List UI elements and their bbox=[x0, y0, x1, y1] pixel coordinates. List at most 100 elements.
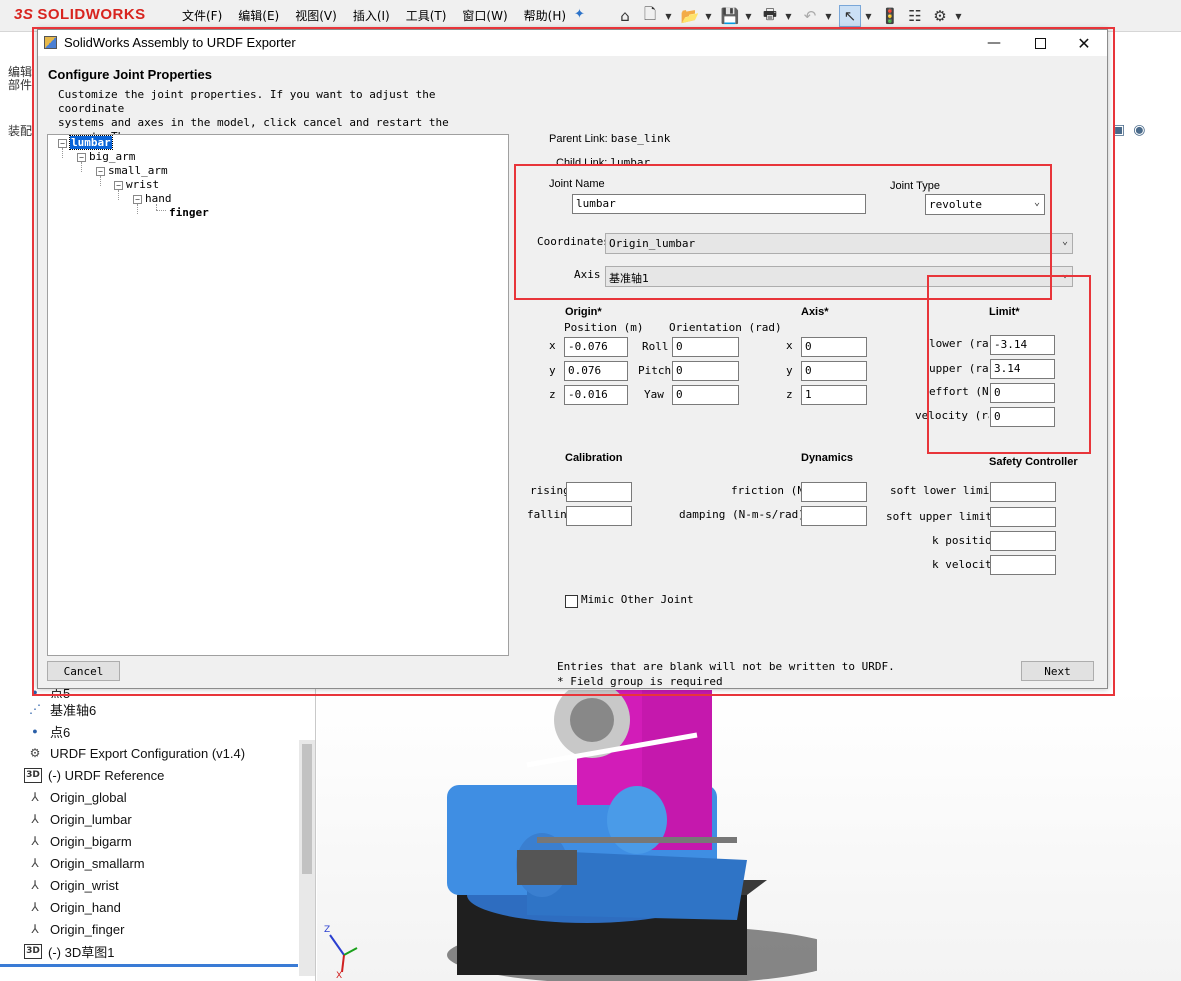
chevron-down-icon[interactable]: ▼ bbox=[824, 5, 833, 27]
open-folder-icon[interactable]: 📂 bbox=[679, 5, 701, 27]
file-properties-icon[interactable]: ☷ bbox=[904, 5, 926, 27]
chevron-down-icon: ⌄ bbox=[1061, 236, 1068, 247]
axis-select[interactable]: 基准轴1 ⌄ bbox=[605, 266, 1073, 287]
velocity-limit-label: velocity (ra bbox=[915, 409, 989, 422]
parent-link-value: base_link bbox=[610, 132, 671, 145]
close-button[interactable]: ✕ bbox=[1061, 30, 1107, 56]
maximize-button[interactable] bbox=[1017, 30, 1063, 56]
effort-limit-input[interactable]: 0 bbox=[990, 383, 1055, 403]
select-cursor-icon[interactable]: ↖ bbox=[839, 5, 861, 27]
tree-item[interactable]: ⅄ Origin_lumbar bbox=[24, 808, 245, 830]
menu-window[interactable]: 窗口(W) bbox=[462, 7, 507, 24]
assembly-tab-label[interactable]: 装配 bbox=[8, 122, 32, 139]
pitch-input[interactable]: 0 bbox=[672, 361, 739, 381]
pitch-label: Pitch bbox=[638, 364, 672, 377]
tree-node-wrist[interactable]: − wrist bbox=[114, 178, 159, 191]
next-button[interactable]: Next bbox=[1021, 661, 1094, 681]
tree-item[interactable]: ⅄ Origin_finger bbox=[24, 918, 245, 940]
new-document-icon[interactable]: 🗋 bbox=[639, 5, 661, 27]
mimic-checkbox[interactable] bbox=[565, 595, 578, 608]
collapse-icon[interactable]: − bbox=[58, 139, 67, 148]
dialog-titlebar[interactable]: SolidWorks Assembly to URDF Exporter — ✕ bbox=[38, 30, 1107, 56]
chevron-down-icon[interactable]: ▼ bbox=[784, 5, 793, 27]
tree-item[interactable]: ⅄ Origin_smallarm bbox=[24, 852, 245, 874]
eye-icon[interactable]: ◉ bbox=[1133, 122, 1145, 138]
damping-input[interactable] bbox=[801, 506, 867, 526]
rising-input[interactable] bbox=[566, 482, 632, 502]
tree-item[interactable]: ⅄ Origin_global bbox=[24, 786, 245, 808]
k-position-input[interactable] bbox=[990, 531, 1056, 551]
undo-icon[interactable]: ↶ bbox=[799, 5, 821, 27]
menu-edit[interactable]: 编辑(E) bbox=[238, 7, 279, 24]
lower-limit-label: lower (rad bbox=[929, 337, 989, 350]
home-icon[interactable]: ⌂ bbox=[614, 5, 636, 27]
joint-name-input[interactable]: lumbar bbox=[572, 194, 866, 214]
soft-lower-input[interactable] bbox=[990, 482, 1056, 502]
minimize-button[interactable]: — bbox=[971, 30, 1017, 56]
origin-z-input[interactable]: -0.016 bbox=[564, 385, 628, 405]
chevron-down-icon[interactable]: ▼ bbox=[704, 5, 713, 27]
lower-limit-input[interactable]: -3.14 bbox=[990, 335, 1055, 355]
k-velocity-input[interactable] bbox=[990, 555, 1056, 575]
tree-item[interactable]: ⅄ Origin_hand bbox=[24, 896, 245, 918]
origin-x-input[interactable]: -0.076 bbox=[564, 337, 628, 357]
view-toolbar: ▣ ◉ bbox=[1112, 122, 1145, 138]
collapse-icon[interactable]: − bbox=[96, 167, 105, 176]
tree-node-lumbar[interactable]: − lumbar bbox=[58, 135, 113, 150]
menu-help[interactable]: 帮助(H) bbox=[524, 7, 566, 24]
yaw-input[interactable]: 0 bbox=[672, 385, 739, 405]
axis-x-label: x bbox=[786, 339, 793, 352]
menu-view[interactable]: 视图(V) bbox=[295, 7, 337, 24]
axis-z-input[interactable]: 1 bbox=[801, 385, 867, 405]
roll-input[interactable]: 0 bbox=[672, 337, 739, 357]
coordinate-system-icon: ⅄ bbox=[31, 790, 39, 804]
falling-input[interactable] bbox=[566, 506, 632, 526]
origin-y-input[interactable]: 0.076 bbox=[564, 361, 628, 381]
traffic-light-icon[interactable]: 🚦 bbox=[879, 5, 901, 27]
edit-component-label[interactable]: 编辑 部件 bbox=[8, 66, 32, 92]
velocity-limit-input[interactable]: 0 bbox=[990, 407, 1055, 427]
tree-item[interactable]: 3D (-) URDF Reference bbox=[24, 764, 245, 786]
menu-bar: 文件(F) 编辑(E) 视图(V) 插入(I) 工具(T) 窗口(W) 帮助(H… bbox=[182, 7, 582, 24]
joint-type-select[interactable]: revolute ⌄ bbox=[925, 194, 1045, 215]
tree-item[interactable]: 3D (-) 3D草图1 bbox=[24, 940, 245, 962]
tree-node-hand[interactable]: − hand bbox=[133, 192, 172, 205]
chevron-down-icon[interactable]: ▼ bbox=[954, 5, 963, 27]
soft-upper-input[interactable] bbox=[990, 507, 1056, 527]
collapse-icon[interactable]: − bbox=[77, 153, 86, 162]
tree-item[interactable]: ● 点6 bbox=[24, 720, 245, 742]
footer-note-blank-entries: Entries that are blank will not be writt… bbox=[557, 660, 895, 673]
axis-y-input[interactable]: 0 bbox=[801, 361, 867, 381]
upper-limit-input[interactable]: 3.14 bbox=[990, 359, 1055, 379]
view-cube-icon[interactable]: ▣ bbox=[1112, 122, 1125, 138]
menu-file[interactable]: 文件(F) bbox=[182, 7, 222, 24]
tree-item[interactable]: ⋰ 基准轴6 bbox=[24, 698, 245, 720]
tree-item[interactable]: ⅄ Origin_bigarm bbox=[24, 830, 245, 852]
friction-input[interactable] bbox=[801, 482, 867, 502]
axis-x-input[interactable]: 0 bbox=[801, 337, 867, 357]
chevron-down-icon[interactable]: ▼ bbox=[664, 5, 673, 27]
feature-tree-scroll-thumb[interactable] bbox=[302, 744, 312, 874]
cancel-button[interactable]: Cancel bbox=[47, 661, 120, 681]
menu-insert[interactable]: 插入(I) bbox=[353, 7, 390, 24]
tree-node-small-arm[interactable]: − small_arm bbox=[96, 164, 168, 177]
3d-viewport[interactable] bbox=[317, 690, 1181, 981]
tree-item[interactable]: ⚙ URDF Export Configuration (v1.4) bbox=[24, 742, 245, 764]
chevron-down-icon[interactable]: ▼ bbox=[864, 5, 873, 27]
mimic-label[interactable]: Mimic Other Joint bbox=[581, 593, 694, 606]
pin-icon[interactable]: ✦ bbox=[574, 7, 585, 22]
print-icon[interactable]: 🖶 bbox=[759, 5, 781, 27]
save-icon[interactable]: 💾 bbox=[719, 5, 741, 27]
gear-icon[interactable]: ⚙ bbox=[929, 5, 951, 27]
yaw-label: Yaw bbox=[644, 388, 664, 401]
joint-name-label: Joint Name bbox=[549, 178, 605, 190]
chevron-down-icon[interactable]: ▼ bbox=[744, 5, 753, 27]
tree-node-finger[interactable]: finger bbox=[169, 206, 209, 219]
tree-node-big-arm[interactable]: − big_arm bbox=[77, 150, 135, 163]
tree-item[interactable]: ⅄ Origin_wrist bbox=[24, 874, 245, 896]
link-tree[interactable]: − lumbar − big_arm − small_arm − wrist − hand… bbox=[47, 134, 509, 656]
collapse-icon[interactable]: − bbox=[114, 181, 123, 190]
menu-tools[interactable]: 工具(T) bbox=[406, 7, 447, 24]
coordinates-select[interactable]: Origin_lumbar ⌄ bbox=[605, 233, 1073, 254]
collapse-icon[interactable]: − bbox=[133, 195, 142, 204]
